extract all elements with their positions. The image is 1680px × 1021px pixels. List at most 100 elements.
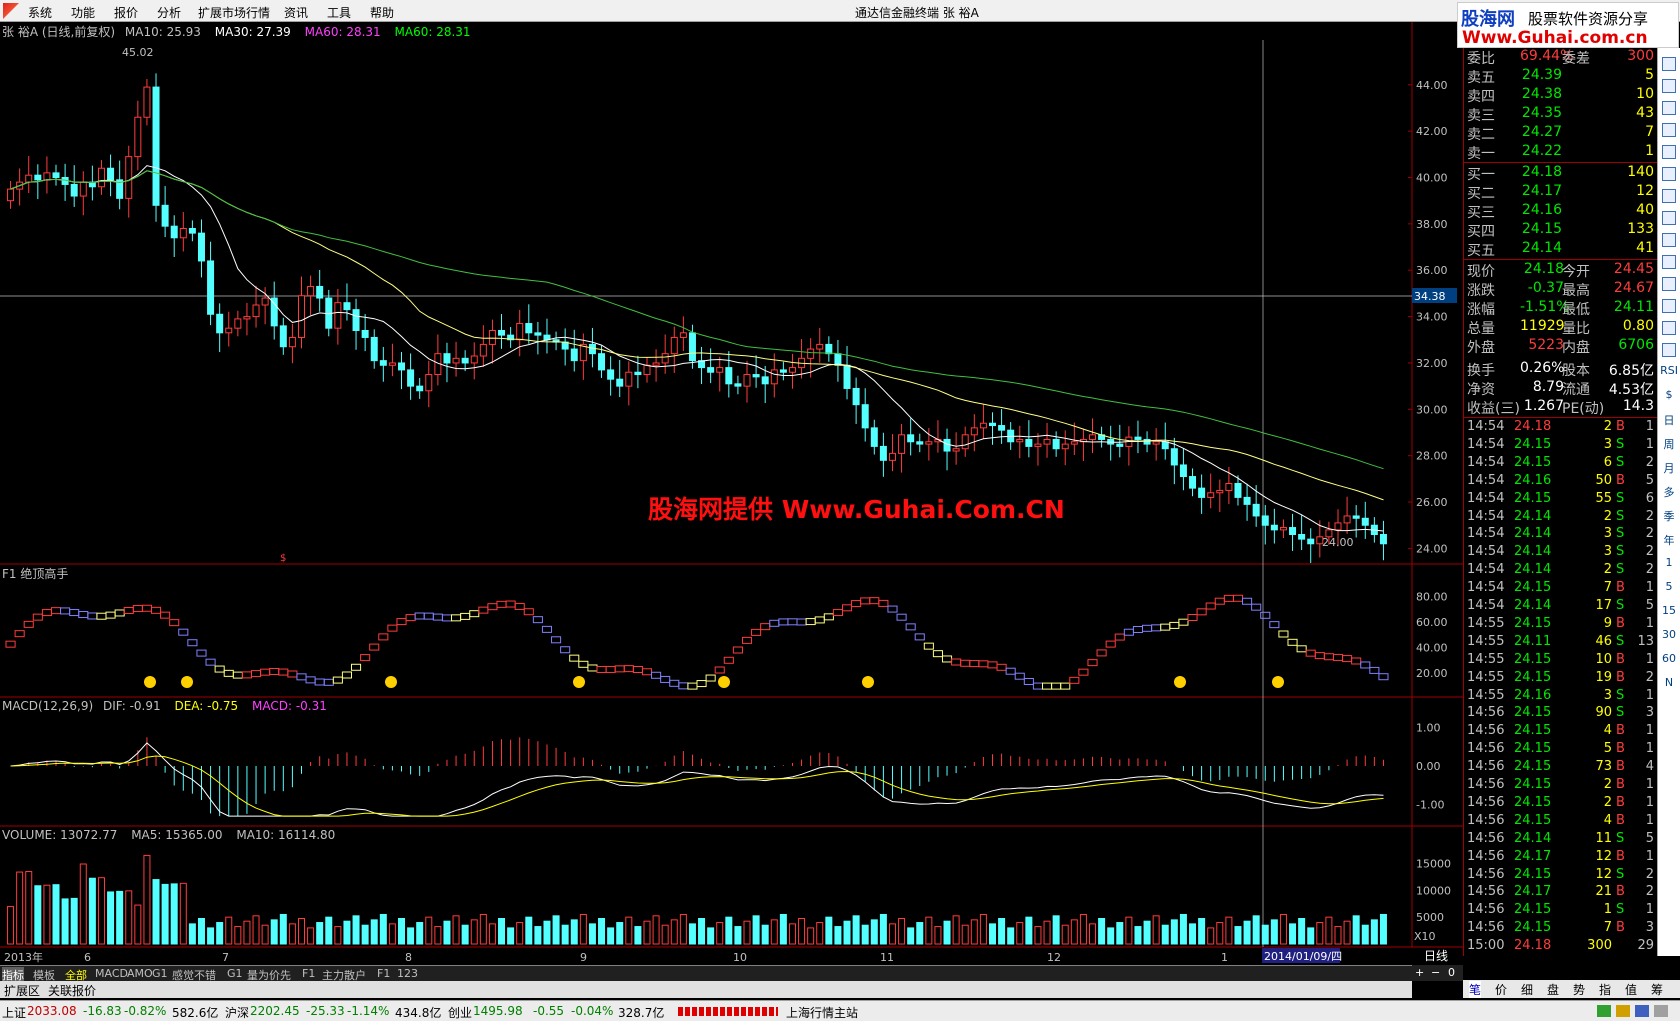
volume-bar [1207, 927, 1215, 945]
menu-analysis[interactable]: 分析 [157, 4, 181, 21]
indicator-tab[interactable]: AMO [127, 967, 153, 980]
panel-tab[interactable]: 筹 [1651, 981, 1663, 998]
tick-row: 14:55 24.15 10 B 1 [1464, 652, 1658, 670]
volume-bar [943, 920, 951, 945]
sidebar-period[interactable]: 1 [1658, 556, 1680, 578]
sidebar-period[interactable]: 月 [1658, 460, 1680, 482]
sh-index-name[interactable]: 上证 [2, 1004, 26, 1021]
brand-banner[interactable]: 股海网 股票软件资源分享 Www.Guhai.com.cn [1457, 2, 1679, 48]
alert-icon[interactable] [1616, 1005, 1630, 1017]
tick-row: 14:54 24.18 2 B 1 [1464, 419, 1658, 437]
server-name[interactable]: 上海行情主站 [786, 1004, 858, 1021]
volume-bar [107, 891, 115, 945]
toolbar-icon[interactable] [1658, 318, 1680, 340]
chart-area[interactable]: 34.38 张 裕A (日线,前复权) MA10: 25.93 MA30: 27… [0, 22, 1463, 965]
panel-tab[interactable]: 价 [1495, 981, 1507, 998]
volume-bar [825, 916, 833, 945]
sidebar-period[interactable]: 5 [1658, 580, 1680, 602]
candle-body [1152, 441, 1160, 445]
dollar-marker: $ [280, 553, 286, 564]
candle-body [1361, 517, 1369, 526]
volume-bar [1179, 913, 1187, 945]
indicator-tab[interactable]: G1 [152, 967, 168, 980]
menu-quote[interactable]: 报价 [114, 4, 138, 21]
toolbar-icon[interactable] [1658, 186, 1680, 208]
sidebar-period[interactable]: 30 [1658, 628, 1680, 650]
candle-body [307, 285, 315, 297]
volume-bar [779, 913, 787, 945]
volume-bar [752, 915, 760, 945]
candle-body [388, 362, 396, 366]
tick-time: 14:54 [1467, 598, 1505, 613]
toolbar-icon[interactable] [1658, 98, 1680, 120]
sidebar-period[interactable]: N [1658, 676, 1680, 698]
sell-row: 卖二 24.27 7 [1464, 124, 1658, 143]
toolbar-icon[interactable] [1658, 296, 1680, 318]
toolbar-icon[interactable] [1658, 54, 1680, 76]
zoom-reset-button[interactable]: 0 [1448, 966, 1455, 979]
candle-body [416, 385, 424, 392]
candle-body [179, 228, 187, 239]
indicator-tab[interactable]: F1 [377, 967, 390, 980]
lock-icon[interactable] [1654, 1005, 1668, 1017]
sell-price: 24.22 [1521, 143, 1562, 159]
sidebar-period[interactable]: 年 [1658, 532, 1680, 554]
toolbar-icon[interactable] [1658, 142, 1680, 164]
panel-tab[interactable]: 盘 [1547, 981, 1559, 998]
menu-ext-market[interactable]: 扩展市场行情 [198, 4, 270, 21]
volume-bar [279, 913, 287, 945]
candle-body [1216, 489, 1224, 494]
indicator-tab[interactable]: F1 [302, 967, 315, 980]
candle-body [834, 353, 842, 366]
volume-bar [634, 926, 642, 945]
panel-tab[interactable]: 笔 [1469, 981, 1482, 998]
volume-bar [934, 926, 942, 945]
toolbar-icon[interactable] [1658, 274, 1680, 296]
menu-function[interactable]: 功能 [71, 4, 95, 21]
main-y-label: 30.00 [1416, 403, 1448, 416]
settings-icon[interactable] [1635, 1005, 1649, 1017]
indicator-tab[interactable]: 123 [397, 967, 418, 980]
indicator-tab[interactable]: MACD [95, 967, 128, 980]
sidebar-period[interactable]: $ [1658, 388, 1680, 410]
zoom-out-button[interactable]: − [1431, 966, 1440, 979]
sidebar-period[interactable]: 多 [1658, 484, 1680, 506]
toolbar-icon[interactable] [1658, 252, 1680, 274]
menu-help[interactable]: 帮助 [370, 4, 394, 21]
sz-index-name[interactable]: 沪深 [225, 1004, 249, 1021]
menu-tools[interactable]: 工具 [327, 4, 351, 21]
candle-body [752, 374, 760, 378]
sidebar-period[interactable]: 15 [1658, 604, 1680, 626]
smiley-icon [573, 676, 585, 688]
toolbar-icon[interactable] [1658, 120, 1680, 142]
period-selector[interactable]: 日线 [1424, 949, 1448, 963]
quote-row: 换手 0.26% 股本 6.85亿 [1464, 360, 1658, 379]
tab-ext-area[interactable]: 扩展区 [4, 982, 40, 999]
toolbar-icon[interactable] [1658, 164, 1680, 186]
sidebar-period[interactable]: 季 [1658, 508, 1680, 530]
panel-tab[interactable]: 值 [1625, 981, 1637, 998]
menu-system[interactable]: 系统 [28, 4, 52, 21]
panel-tab[interactable]: 指 [1599, 981, 1611, 998]
sidebar-period[interactable]: 60 [1658, 652, 1680, 674]
toolbar-icon[interactable] [1658, 230, 1680, 252]
sidebar-period[interactable]: RSI [1658, 364, 1680, 386]
panel-tab[interactable]: 细 [1521, 981, 1533, 998]
toolbar-icon[interactable] [1658, 76, 1680, 98]
f1-y-label: 20.00 [1416, 667, 1448, 680]
panel-tab[interactable]: 势 [1573, 981, 1585, 998]
tab-related-quotes[interactable]: 关联报价 [48, 982, 96, 999]
toolbar-icon[interactable] [1658, 208, 1680, 230]
brand-url[interactable]: Www.Guhai.com.cn [1462, 28, 1648, 48]
date-label: 11 [880, 951, 894, 964]
tool-sidebar: RSI $ 日周月多季年 1 5 15 30 60 N [1657, 48, 1680, 956]
zoom-in-button[interactable]: + [1415, 966, 1424, 979]
sidebar-period[interactable]: 周 [1658, 436, 1680, 458]
toolbar-icon[interactable] [1658, 340, 1680, 362]
volume-y-label: 5000 [1416, 911, 1444, 924]
indicator-tab[interactable]: G1 [227, 967, 243, 980]
cy-index-name[interactable]: 创业 [448, 1004, 472, 1021]
menu-news[interactable]: 资讯 [284, 4, 308, 21]
sidebar-period[interactable]: 日 [1658, 412, 1680, 434]
date-label: 7 [222, 951, 229, 964]
